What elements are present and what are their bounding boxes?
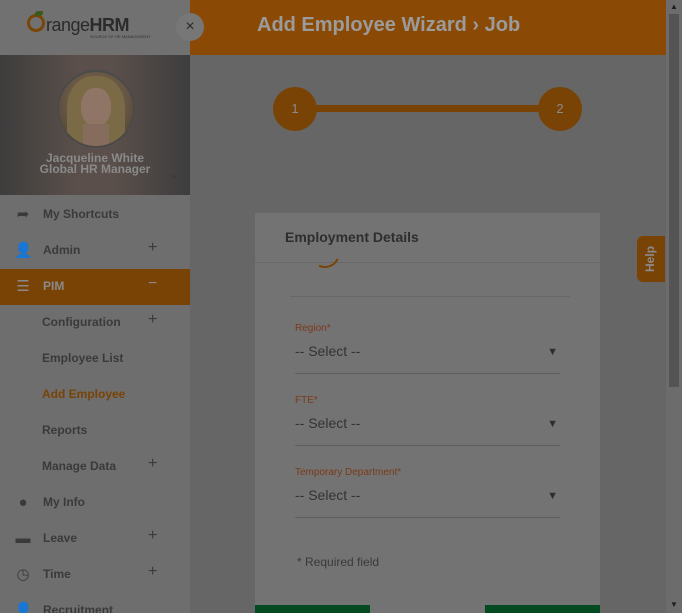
logo-area: rangeHRM SOURCE OF HR MANAGEMENT xyxy=(0,0,190,55)
expand-plus-icon[interactable]: + xyxy=(148,311,157,329)
sidebar-item-label: My Info xyxy=(43,495,85,509)
user-profile-panel[interactable]: Jacqueline White Global HR Manager ⌄ xyxy=(0,55,190,195)
sidebar-item-label: Configuration xyxy=(42,315,121,329)
clock-icon: ◷ xyxy=(16,566,30,583)
sidebar-item-my-info[interactable]: ● My Info xyxy=(0,485,190,521)
collapse-minus-icon[interactable]: − xyxy=(148,275,157,293)
user-circle-icon: ● xyxy=(18,494,28,511)
wizard-step-1[interactable]: 1 xyxy=(273,87,317,131)
sidebar-item-recruitment[interactable]: 👤 Recruitment xyxy=(0,593,190,613)
sidebar-item-my-shortcuts[interactable]: ➦ My Shortcuts xyxy=(0,197,190,233)
region-select[interactable]: -- Select -- ▼ xyxy=(295,343,560,363)
sidebar-subitem-add-employee[interactable]: Add Employee xyxy=(0,377,190,413)
sidebar: rangeHRM SOURCE OF HR MANAGEMENT Jacquel… xyxy=(0,0,190,613)
expand-plus-icon[interactable]: + xyxy=(148,527,157,545)
scrollbar-thumb[interactable] xyxy=(669,14,679,387)
temporary-department-label: Temporary Department* xyxy=(295,467,402,478)
logo-text: rangeHRM xyxy=(46,15,130,35)
sidebar-item-label: My Shortcuts xyxy=(43,207,120,221)
sidebar-item-label: Manage Data xyxy=(42,459,117,473)
fte-select-underline xyxy=(295,445,560,446)
avatar xyxy=(57,70,135,148)
wizard-step-2[interactable]: 2 xyxy=(538,87,582,131)
briefcase-icon: ▬ xyxy=(15,530,31,547)
back-button[interactable] xyxy=(255,605,370,613)
sidebar-item-time[interactable]: ◷ Time + xyxy=(0,557,190,593)
sidebar-item-label: Leave xyxy=(43,531,78,545)
sidebar-item-label: Time xyxy=(43,567,71,581)
orangehrm-logo-icon xyxy=(27,14,45,32)
profile-role: Global HR Manager xyxy=(39,162,151,176)
next-button[interactable] xyxy=(485,605,600,613)
sidebar-item-admin[interactable]: 👤 Admin + xyxy=(0,233,190,269)
temporary-department-select[interactable]: -- Select -- ▼ xyxy=(295,487,560,507)
sidebar-item-label: Add Employee xyxy=(42,387,126,401)
expand-plus-icon[interactable]: + xyxy=(148,455,157,473)
sidebar-subitem-reports[interactable]: Reports xyxy=(0,413,190,449)
wizard-progress-line xyxy=(313,105,541,112)
sidebar-subitem-employee-list[interactable]: Employee List xyxy=(0,341,190,377)
required-field-note: * Required field xyxy=(297,555,380,569)
recruitment-user-icon: 👤 xyxy=(14,602,33,613)
sidebar-item-leave[interactable]: ▬ Leave + xyxy=(0,521,190,557)
sidebar-item-label: Reports xyxy=(42,423,88,437)
divider xyxy=(290,296,570,297)
scroll-up-arrow-icon[interactable]: ▲ xyxy=(670,2,678,11)
expand-plus-icon[interactable]: + xyxy=(148,239,157,257)
dropdown-caret-icon: ▼ xyxy=(547,418,558,430)
logo-leaf-icon xyxy=(35,11,43,16)
admin-user-gear-icon: 👤 xyxy=(14,242,33,259)
divider xyxy=(255,262,600,263)
sidebar-item-label: Admin xyxy=(43,243,81,257)
close-sidebar-button[interactable]: × xyxy=(176,13,204,41)
region-select-underline xyxy=(295,373,560,374)
sidebar-item-label: Recruitment xyxy=(43,603,114,613)
scroll-down-arrow-icon[interactable]: ▼ xyxy=(670,600,678,609)
sidebar-subitem-configuration[interactable]: Configuration + xyxy=(0,305,190,341)
share-arrow-icon: ➦ xyxy=(16,206,30,223)
section-title: Employment Details xyxy=(285,229,419,245)
sidebar-item-pim[interactable]: ☰ PIM − xyxy=(0,269,190,305)
pim-card-icon: ☰ xyxy=(16,278,30,295)
region-label: Region* xyxy=(295,323,331,334)
fte-label: FTE* xyxy=(295,395,318,406)
dropdown-caret-icon: ▼ xyxy=(547,490,558,502)
employment-details-card: Employment Details xyxy=(255,213,600,613)
sidebar-item-label: PIM xyxy=(43,279,65,293)
logo-subtitle: SOURCE OF HR MANAGEMENT xyxy=(90,34,151,39)
dropdown-caret-icon: ▼ xyxy=(547,346,558,358)
temporary-department-select-underline xyxy=(295,517,560,518)
sidebar-subitem-manage-data[interactable]: Manage Data + xyxy=(0,449,190,485)
help-label: Help xyxy=(643,245,657,272)
page-title: Add Employee Wizard › Job xyxy=(257,14,521,36)
sidebar-item-label: Employee List xyxy=(42,351,124,365)
expand-plus-icon[interactable]: + xyxy=(148,563,157,581)
chevron-down-icon[interactable]: ⌄ xyxy=(168,165,180,182)
fte-select[interactable]: -- Select -- ▼ xyxy=(295,415,560,435)
